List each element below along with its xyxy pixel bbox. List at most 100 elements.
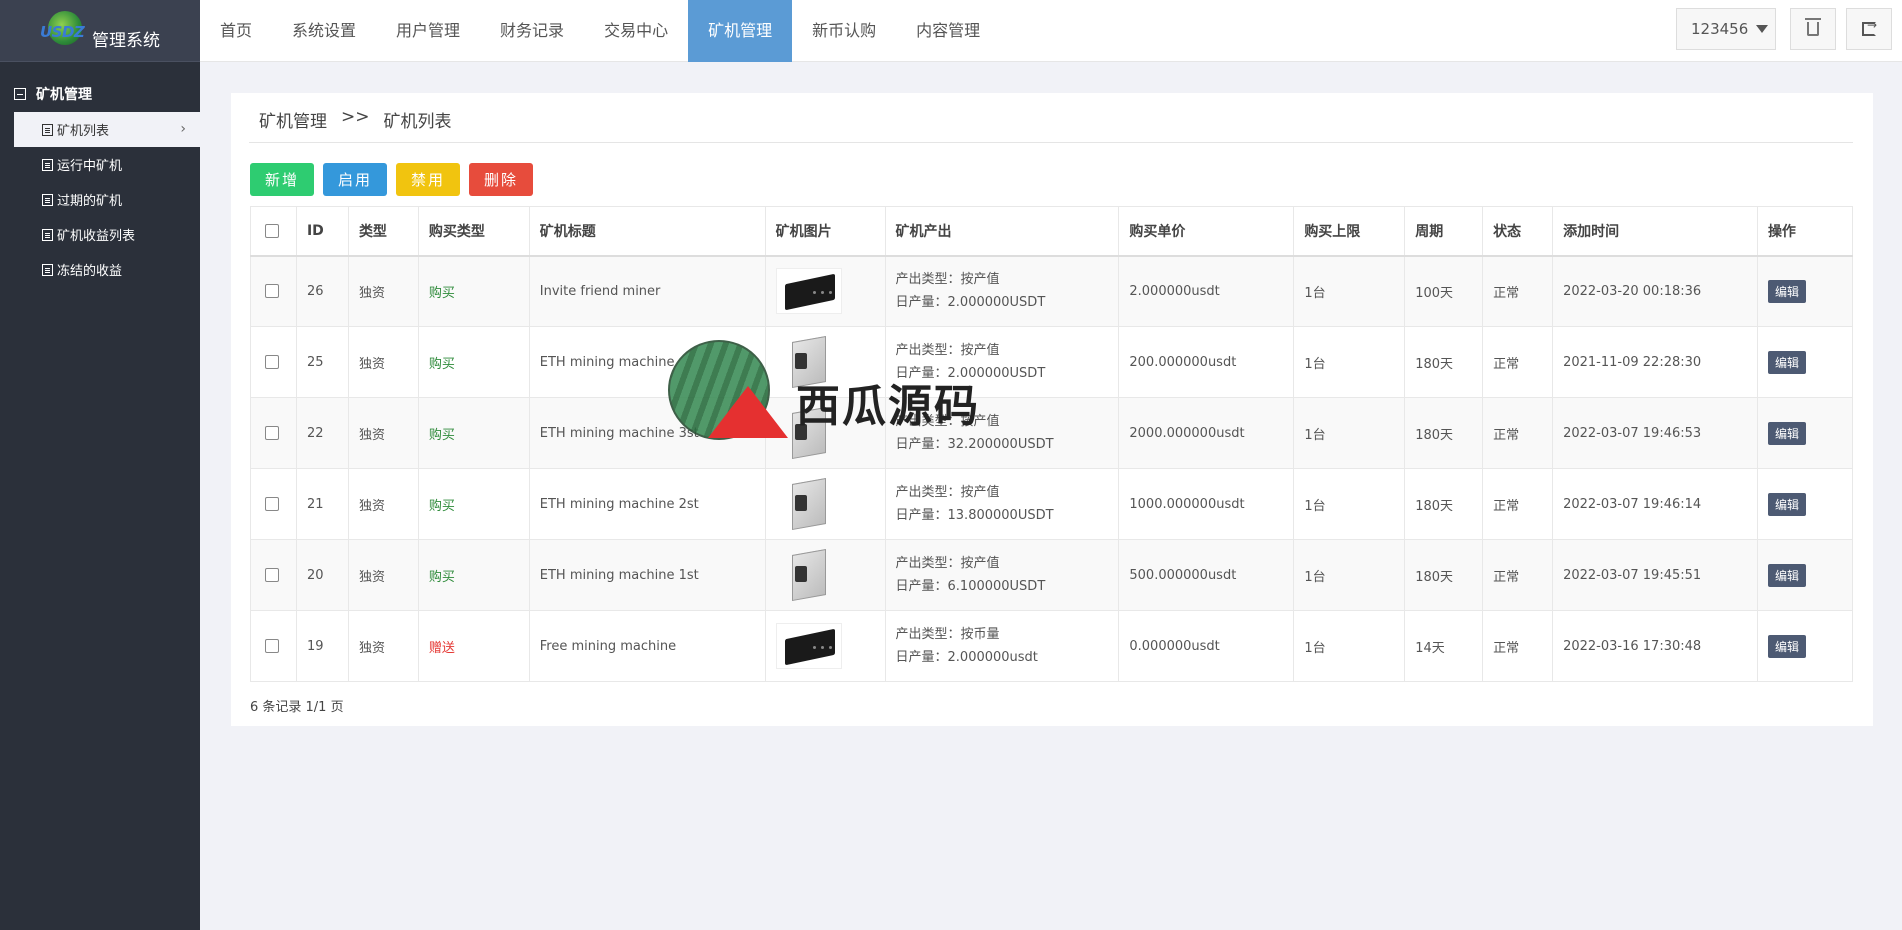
cell-limit: 1台: [1293, 326, 1406, 398]
content-panel: 矿机管理 >> 矿机列表 新增 启用 禁用 删除 ID 类型 购买类型 矿机标题…: [231, 93, 1873, 726]
cell-image: [764, 326, 886, 398]
sidebar-item-running[interactable]: 运行中矿机: [0, 147, 200, 182]
nav-content[interactable]: 内容管理: [896, 0, 1000, 62]
breadcrumb-current: 矿机列表: [383, 112, 452, 132]
cell-id: 22: [295, 397, 349, 469]
cell-buy-type: 购买: [417, 539, 530, 611]
output-type: 产出类型：按产值: [895, 343, 1000, 358]
output-type: 产出类型：按产值: [895, 556, 1000, 571]
nav-home[interactable]: 首页: [200, 0, 272, 62]
cell-time: 2022-03-20 00:18:36: [1552, 255, 1758, 327]
col-header-period: 周期: [1404, 206, 1484, 257]
sidebar-item-label: 冻结的收益: [57, 264, 123, 279]
cell-status: 正常: [1482, 468, 1554, 540]
miner-image: [776, 477, 842, 531]
cell-type: 独资: [347, 397, 419, 469]
pagination-info: 6 条记录 1/1 页: [250, 700, 344, 715]
cell-buy-type: 购买: [417, 397, 530, 469]
edit-button[interactable]: 编辑: [1767, 492, 1806, 516]
cell-price: 200.000000usdt: [1118, 326, 1295, 398]
cell-period: 180天: [1404, 468, 1484, 540]
cell-time: 2022-03-07 19:46:14: [1552, 468, 1758, 540]
breadcrumb-parent[interactable]: 矿机管理: [259, 107, 327, 132]
row-checkbox[interactable]: [265, 284, 279, 299]
sidebar: USDZ 管理系统 矿机管理 矿机列表 › 运行中矿机 过期的矿机 矿机收益列表…: [0, 0, 200, 930]
cell-buy-type: 购买: [417, 326, 530, 398]
nav-new-coin[interactable]: 新币认购: [792, 0, 896, 62]
user-dropdown[interactable]: 123456: [1676, 8, 1776, 50]
row-checkbox[interactable]: [265, 497, 279, 511]
nav-users[interactable]: 用户管理: [376, 0, 480, 62]
cell-buy-type: 购买: [417, 255, 530, 327]
edit-button[interactable]: 编辑: [1767, 279, 1806, 303]
col-header-type: 类型: [347, 206, 419, 257]
sidebar-item-expired[interactable]: 过期的矿机: [0, 182, 200, 217]
edit-button[interactable]: 编辑: [1767, 634, 1806, 658]
cell-action: 编辑: [1756, 468, 1854, 540]
cell-limit: 1台: [1293, 610, 1406, 682]
cell-title: ETH mining machine 2st: [528, 468, 766, 540]
select-all-checkbox[interactable]: [265, 223, 279, 238]
sidebar-item-label: 矿机列表: [57, 124, 110, 139]
row-checkbox[interactable]: [265, 426, 279, 440]
logout-button[interactable]: [1846, 8, 1892, 50]
edit-button[interactable]: 编辑: [1767, 563, 1806, 587]
collapse-icon: [14, 88, 26, 100]
col-header-id: ID: [295, 206, 349, 257]
daily-output: 日产量：6.100000USDT: [895, 579, 1046, 594]
miner-image: [776, 335, 842, 389]
disable-button[interactable]: 禁用: [396, 163, 460, 196]
table-row: 19 独资 赠送 Free mining machine 产出类型：按币量 日产量：2.0…: [250, 610, 1854, 682]
daily-output: 日产量：13.800000USDT: [895, 508, 1054, 523]
list-icon: [42, 123, 53, 136]
add-button[interactable]: 新增: [250, 163, 314, 196]
col-header-action: 操作: [1756, 206, 1854, 257]
row-select-cell: [250, 610, 297, 682]
logo[interactable]: USDZ 管理系统: [0, 0, 200, 62]
row-checkbox[interactable]: [265, 639, 279, 653]
sidebar-item-label: 矿机收益列表: [57, 229, 136, 244]
toolbar: 新增 启用 禁用 删除: [250, 163, 533, 196]
sidebar-item-frozen[interactable]: 冻结的收益: [0, 252, 200, 287]
enable-button[interactable]: 启用: [323, 163, 387, 196]
sidebar-item-earnings[interactable]: 矿机收益列表: [0, 217, 200, 252]
row-checkbox[interactable]: [265, 355, 279, 369]
delete-button[interactable]: 删除: [469, 163, 533, 196]
cell-title: Invite friend miner: [528, 255, 766, 327]
breadcrumb: 矿机管理 >> 矿机列表: [259, 107, 452, 132]
nav-settings[interactable]: 系统设置: [272, 0, 376, 62]
sidebar-item-miner-list[interactable]: 矿机列表 ›: [14, 112, 200, 147]
edit-button[interactable]: 编辑: [1767, 350, 1806, 374]
output-type: 产出类型：按产值: [895, 485, 1000, 500]
clear-cache-button[interactable]: [1790, 8, 1836, 50]
cell-limit: 1台: [1293, 255, 1406, 327]
nav-finance[interactable]: 财务记录: [480, 0, 584, 62]
sidebar-item-label: 运行中矿机: [57, 159, 123, 174]
app-title: 管理系统: [92, 31, 160, 51]
logout-icon: [1862, 18, 1877, 36]
divider: [249, 142, 1853, 143]
row-select-cell: [250, 326, 297, 398]
table-row: 25 独资 购买 ETH mining machine 产出类型：按产值 日产量：2.00…: [250, 326, 1854, 398]
nav-miner[interactable]: 矿机管理: [688, 0, 793, 62]
cell-action: 编辑: [1756, 397, 1854, 469]
row-checkbox[interactable]: [265, 568, 279, 582]
cell-price: 1000.000000usdt: [1118, 468, 1295, 540]
col-header-image: 矿机图片: [764, 206, 886, 257]
edit-button[interactable]: 编辑: [1767, 421, 1806, 445]
cell-period: 14天: [1404, 610, 1484, 682]
cell-image: [764, 610, 886, 682]
daily-output: 日产量：32.200000USDT: [895, 437, 1054, 452]
select-all-cell: [250, 206, 297, 257]
output-type: 产出类型：按产值: [895, 414, 1000, 429]
cell-time: 2022-03-16 17:30:48: [1552, 610, 1758, 682]
col-header-title: 矿机标题: [528, 206, 766, 257]
cell-limit: 1台: [1293, 397, 1406, 469]
sidebar-group-miner[interactable]: 矿机管理: [0, 76, 200, 112]
daily-output: 日产量：2.000000usdt: [895, 650, 1038, 665]
user-name: 123456: [1691, 20, 1749, 38]
table-row: 20 独资 购买 ETH mining machine 1st 产出类型：按产值 日产量：…: [250, 539, 1854, 611]
nav-trading[interactable]: 交易中心: [584, 0, 688, 62]
cell-action: 编辑: [1756, 255, 1854, 327]
list-icon: [42, 158, 53, 171]
